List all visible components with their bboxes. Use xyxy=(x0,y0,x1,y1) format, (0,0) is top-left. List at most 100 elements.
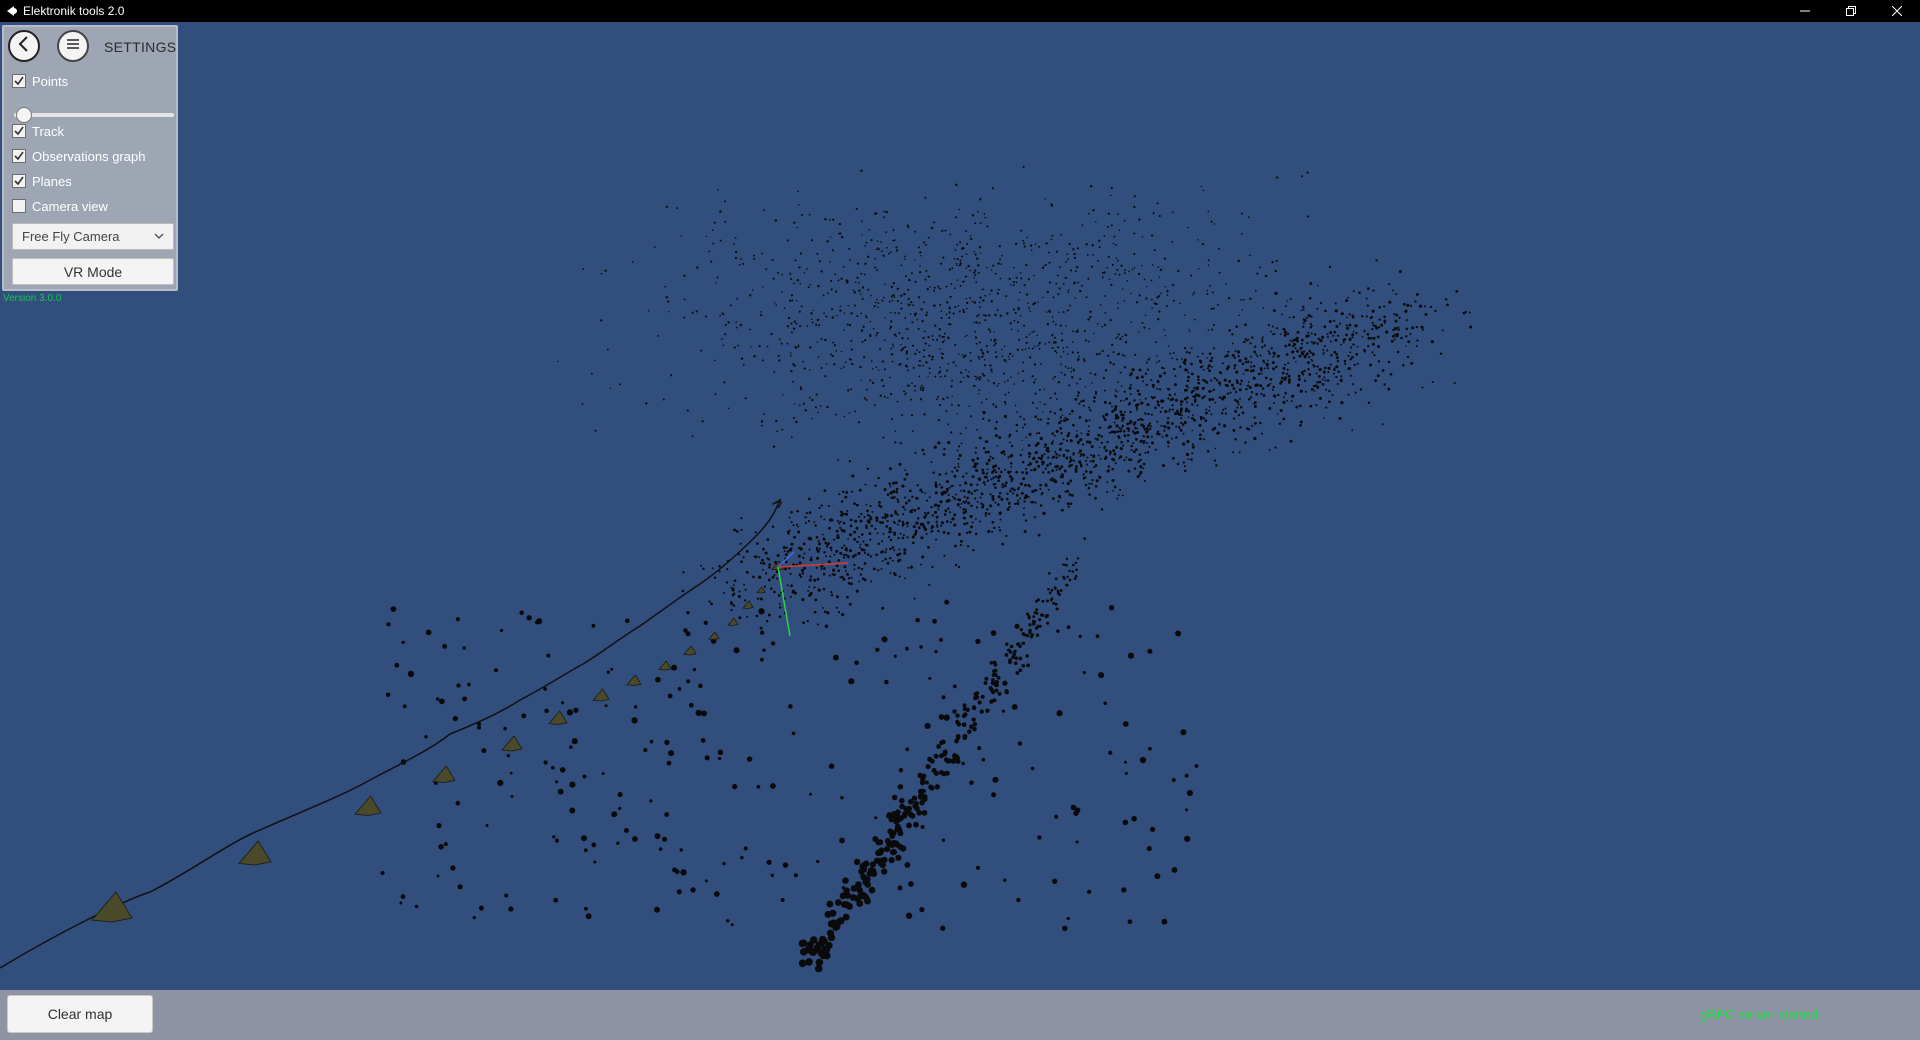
map-point xyxy=(1046,614,1050,618)
map-point xyxy=(616,841,620,845)
map-point xyxy=(1021,370,1025,373)
map-point xyxy=(917,526,921,529)
map-point xyxy=(742,556,745,559)
map-point xyxy=(857,566,860,570)
map-point xyxy=(889,848,897,856)
map-point xyxy=(978,321,981,324)
map-point xyxy=(997,495,1001,499)
vr-mode-button[interactable]: VR Mode xyxy=(12,258,174,285)
map-point xyxy=(657,335,659,337)
map-point xyxy=(1320,302,1323,305)
map-point xyxy=(1125,334,1128,337)
close-button[interactable] xyxy=(1874,0,1920,22)
point-cloud-scene[interactable] xyxy=(0,22,1920,990)
menu-button[interactable] xyxy=(57,30,89,62)
map-point xyxy=(1000,470,1003,474)
map-point xyxy=(826,240,829,243)
map-point xyxy=(957,305,960,307)
map-point xyxy=(997,479,1001,483)
map-point xyxy=(1286,332,1290,335)
map-point xyxy=(827,526,831,530)
map-point xyxy=(1282,417,1286,421)
map-point xyxy=(743,599,747,602)
map-point xyxy=(1409,304,1413,308)
map-point xyxy=(989,660,994,665)
map-point xyxy=(1340,343,1342,346)
map-point xyxy=(850,348,853,351)
map-point xyxy=(770,641,776,646)
map-point xyxy=(1010,376,1012,378)
option-planes[interactable]: Planes xyxy=(12,172,72,190)
map-point xyxy=(719,314,721,317)
option-track[interactable]: Track xyxy=(12,122,64,140)
map-point xyxy=(1171,357,1173,360)
option-points[interactable]: Points xyxy=(12,72,68,90)
map-point xyxy=(976,428,978,431)
planes-checkbox[interactable] xyxy=(12,174,26,188)
camera-mode-dropdown[interactable]: Free Fly Camera xyxy=(12,223,174,250)
map-point xyxy=(1268,383,1271,386)
map-point xyxy=(1010,465,1013,468)
map-point xyxy=(882,436,885,439)
map-point xyxy=(793,873,798,878)
map-point xyxy=(923,355,925,358)
map-point xyxy=(952,684,957,689)
map-point xyxy=(1056,710,1063,717)
map-point xyxy=(743,846,748,851)
map-point xyxy=(947,362,950,365)
map-point xyxy=(935,515,939,519)
map-point xyxy=(915,496,919,500)
map-point xyxy=(864,245,867,247)
map-point xyxy=(790,352,792,354)
slider-thumb[interactable] xyxy=(16,107,32,123)
map-point xyxy=(742,262,745,265)
map-point xyxy=(894,511,898,515)
map-viewport[interactable] xyxy=(0,22,1920,990)
map-point xyxy=(960,371,963,374)
points-checkbox[interactable] xyxy=(12,74,26,88)
map-point xyxy=(1121,288,1124,290)
map-point xyxy=(1129,384,1132,387)
map-point xyxy=(1329,340,1332,343)
map-point xyxy=(798,561,802,565)
map-point xyxy=(705,315,708,318)
map-point xyxy=(894,311,897,314)
map-point xyxy=(900,349,903,352)
map-point xyxy=(913,508,917,512)
map-point xyxy=(856,262,860,265)
map-point xyxy=(1127,919,1133,925)
camera-view-checkbox[interactable] xyxy=(12,199,26,213)
map-point xyxy=(1048,341,1051,344)
map-point xyxy=(1299,424,1302,427)
map-point xyxy=(820,366,823,370)
map-point xyxy=(1119,488,1122,491)
map-point xyxy=(1007,648,1011,653)
map-point xyxy=(1363,329,1366,333)
map-point xyxy=(1055,351,1058,354)
option-observations-graph[interactable]: Observations graph xyxy=(12,147,145,165)
map-point xyxy=(1173,367,1176,371)
map-point xyxy=(935,523,939,526)
map-point xyxy=(1068,384,1071,387)
restore-button[interactable] xyxy=(1828,0,1874,22)
minimize-button[interactable] xyxy=(1782,0,1828,22)
map-point xyxy=(1201,386,1205,390)
map-point xyxy=(906,822,912,829)
map-point xyxy=(956,412,958,415)
track-checkbox[interactable] xyxy=(12,124,26,138)
map-point xyxy=(1291,345,1295,348)
map-point xyxy=(1232,417,1236,420)
map-point xyxy=(1278,422,1282,426)
observations-graph-checkbox[interactable] xyxy=(12,149,26,163)
map-point xyxy=(837,559,841,562)
map-point xyxy=(879,505,883,508)
option-camera-view[interactable]: Camera view xyxy=(12,197,108,215)
map-point xyxy=(1063,419,1066,422)
map-point xyxy=(950,385,953,388)
map-point xyxy=(937,395,939,398)
map-point xyxy=(903,551,907,555)
clear-map-button[interactable]: Clear map xyxy=(7,995,153,1033)
map-point xyxy=(777,271,779,274)
back-button[interactable] xyxy=(8,30,40,62)
map-point xyxy=(1051,440,1054,443)
